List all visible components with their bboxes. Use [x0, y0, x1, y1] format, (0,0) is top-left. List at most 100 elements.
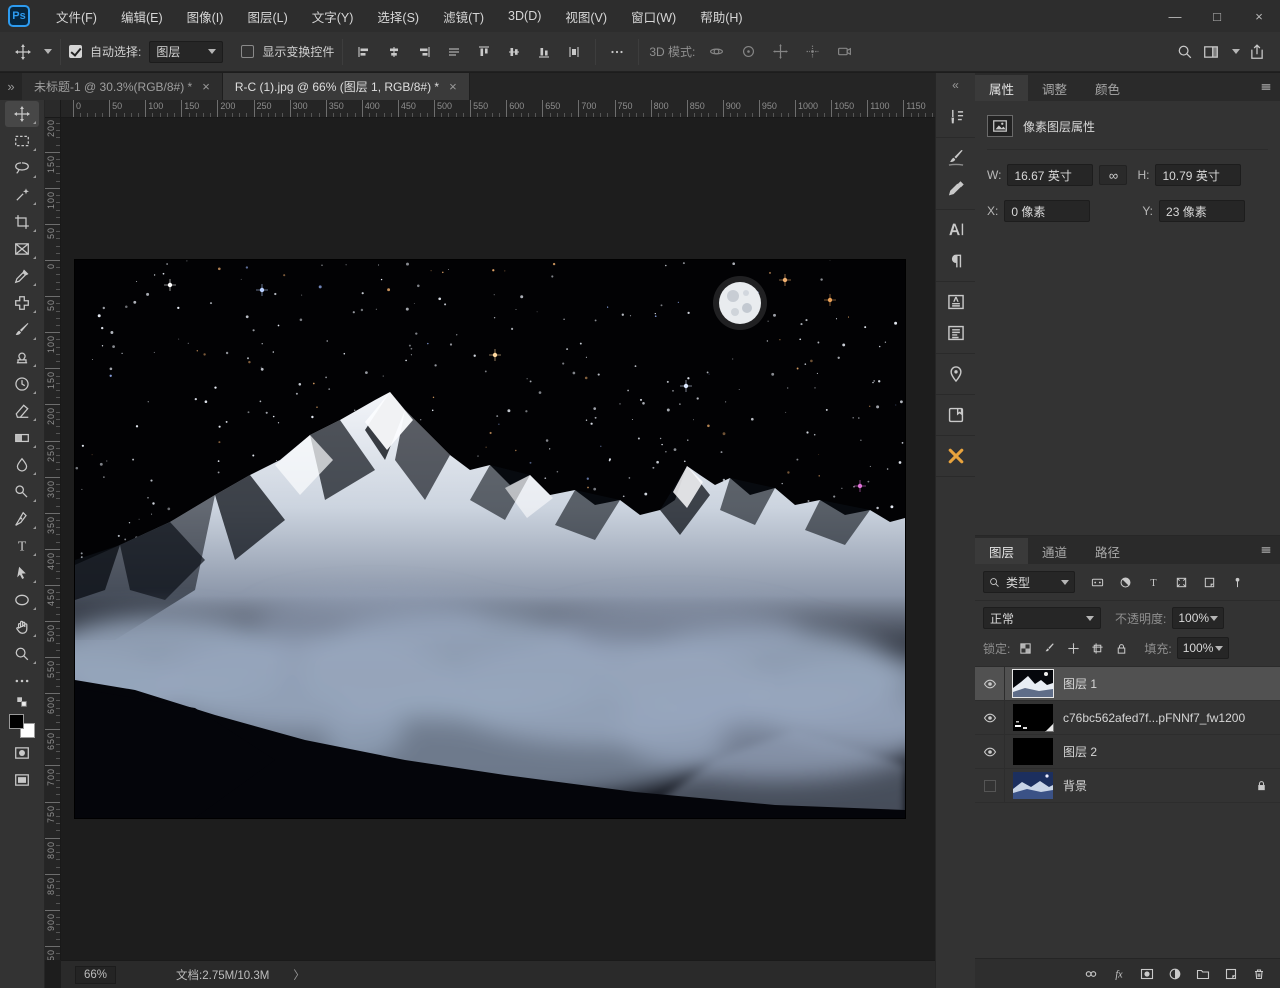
distribute-horizontal-button[interactable] [441, 39, 467, 65]
menu-item-2[interactable]: 图像(I) [175, 0, 236, 32]
pan-3d-button[interactable] [767, 39, 793, 65]
layer-filter-type-dropdown[interactable]: 类型 [983, 571, 1075, 593]
layer-name[interactable]: c76bc562afed7f...pFNNf7_fw1200 [1063, 711, 1245, 725]
quick-selection-tool[interactable] [5, 182, 39, 208]
panel-button-brushes[interactable] [940, 143, 972, 173]
filter-toggle-button[interactable] [1225, 571, 1249, 593]
lock-all-button[interactable] [1111, 638, 1131, 658]
document-tab-1[interactable]: R-C (1).jpg @ 66% (图层 1, RGB/8#) * × [223, 73, 470, 100]
layer-thumbnail[interactable] [1013, 772, 1053, 799]
lock-transparency-button[interactable] [1015, 638, 1035, 658]
hand-tool[interactable] [5, 614, 39, 640]
layer-style-fx-button[interactable]: fx [1112, 967, 1126, 981]
zoom-level-field[interactable]: 66% [75, 966, 116, 984]
panel-tab-2[interactable]: 路径 [1081, 538, 1134, 564]
collapse-toolbar-chevrons[interactable]: » [0, 73, 22, 100]
lock-position-button[interactable] [1063, 638, 1083, 658]
slide-3d-button[interactable] [799, 39, 825, 65]
panel-button-pin[interactable] [940, 359, 972, 389]
layer-row-3[interactable]: 背景 [975, 769, 1280, 803]
align-center-horizontal-button[interactable] [381, 39, 407, 65]
lock-artboard-button[interactable] [1087, 638, 1107, 658]
status-chevron-icon[interactable]: 〉 [293, 967, 305, 983]
layer-visibility-toggle[interactable] [975, 667, 1005, 701]
horizontal-ruler[interactable]: 0501001502002503003504004505005506006507… [61, 100, 935, 118]
workspace-switcher-button[interactable] [1198, 39, 1224, 65]
menu-item-6[interactable]: 滤镜(T) [431, 0, 496, 32]
close-button[interactable]: × [1238, 0, 1280, 32]
layer-thumbnail[interactable] [1013, 704, 1053, 731]
ellipsis-tool[interactable] [5, 668, 39, 694]
frame-tool[interactable] [5, 236, 39, 262]
layer-name[interactable]: 背景 [1063, 777, 1087, 794]
tab-close-icon[interactable]: × [449, 79, 457, 94]
crop-tool[interactable] [5, 209, 39, 235]
menu-item-9[interactable]: 窗口(W) [619, 0, 688, 32]
zoom-tool-tool[interactable] [5, 641, 39, 667]
adjustment-filter-button[interactable] [1113, 571, 1137, 593]
y-field[interactable]: 23 像素 [1159, 200, 1245, 222]
dodge-tool[interactable] [5, 479, 39, 505]
layers-panel-menu-icon[interactable] [1260, 544, 1272, 556]
brush-tool[interactable] [5, 317, 39, 343]
expand-panels-chevrons[interactable]: « [936, 73, 975, 97]
link-layers-button[interactable] [1084, 967, 1098, 981]
new-layer-button[interactable] [1224, 967, 1238, 981]
panel-tab-1[interactable]: 调整 [1028, 75, 1081, 101]
menu-item-0[interactable]: 文件(F) [44, 0, 109, 32]
auto-select-checkbox[interactable] [69, 45, 82, 58]
smart-object-filter-button[interactable] [1197, 571, 1221, 593]
quick-mask-button[interactable] [5, 740, 39, 766]
align-left-button[interactable] [351, 39, 377, 65]
panel-tab-1[interactable]: 通道 [1028, 538, 1081, 564]
panel-button-character[interactable] [940, 215, 972, 245]
eyedropper-tool[interactable] [5, 263, 39, 289]
canvas-image[interactable] [75, 260, 905, 818]
history-brush-tool[interactable] [5, 371, 39, 397]
new-group-button[interactable] [1196, 967, 1210, 981]
menu-item-3[interactable]: 图层(L) [235, 0, 299, 32]
add-adjustment-button[interactable] [1168, 967, 1182, 981]
pen-tool[interactable] [5, 506, 39, 532]
type-filter-button[interactable]: T [1141, 571, 1165, 593]
add-mask-button[interactable] [1140, 967, 1154, 981]
layer-visibility-toggle[interactable] [975, 769, 1005, 803]
menu-item-8[interactable]: 视图(V) [553, 0, 619, 32]
panel-button-paragraph[interactable] [940, 246, 972, 276]
eraser-tool[interactable] [5, 398, 39, 424]
delete-layer-button[interactable] [1252, 967, 1266, 981]
show-transform-checkbox[interactable] [241, 45, 254, 58]
shape-filter-button[interactable] [1169, 571, 1193, 593]
link-dimensions-icon[interactable]: ∞ [1099, 165, 1127, 185]
path-selection-tool[interactable] [5, 560, 39, 586]
panel-button-tool-presets[interactable] [940, 174, 972, 204]
properties-panel-menu-icon[interactable] [1260, 81, 1272, 93]
panel-button-character-styles[interactable] [940, 287, 972, 317]
lock-pixels-button[interactable] [1039, 638, 1059, 658]
share-button[interactable] [1244, 39, 1270, 65]
blur-tool[interactable] [5, 452, 39, 478]
panel-tab-2[interactable]: 颜色 [1081, 75, 1134, 101]
lasso-tool[interactable] [5, 155, 39, 181]
panel-tab-0[interactable]: 属性 [975, 75, 1028, 101]
layer-thumbnail[interactable] [1013, 738, 1053, 765]
menu-item-7[interactable]: 3D(D) [496, 0, 553, 32]
align-right-button[interactable] [411, 39, 437, 65]
canvas-viewport[interactable] [61, 118, 935, 960]
panel-button-learn[interactable] [940, 441, 972, 471]
x-field[interactable]: 0 像素 [1004, 200, 1090, 222]
height-field[interactable]: 10.79 英寸 [1155, 164, 1241, 186]
type-tool[interactable]: T [5, 533, 39, 559]
menu-item-5[interactable]: 选择(S) [365, 0, 431, 32]
current-tool-move-icon[interactable] [10, 39, 36, 65]
document-tab-0[interactable]: 未标题-1 @ 30.3%(RGB/8#) * × [22, 73, 223, 100]
fill-field[interactable]: 100% [1177, 637, 1229, 659]
document-size-info[interactable]: 文档:2.75M/10.3M [176, 967, 269, 983]
minimize-button[interactable]: — [1154, 0, 1196, 32]
align-bottom-button[interactable] [531, 39, 557, 65]
menu-item-10[interactable]: 帮助(H) [688, 0, 754, 32]
tool-preset-caret-icon[interactable] [44, 49, 52, 54]
roll-3d-button[interactable] [735, 39, 761, 65]
tab-close-icon[interactable]: × [202, 79, 210, 94]
pixel-filter-button[interactable] [1085, 571, 1109, 593]
